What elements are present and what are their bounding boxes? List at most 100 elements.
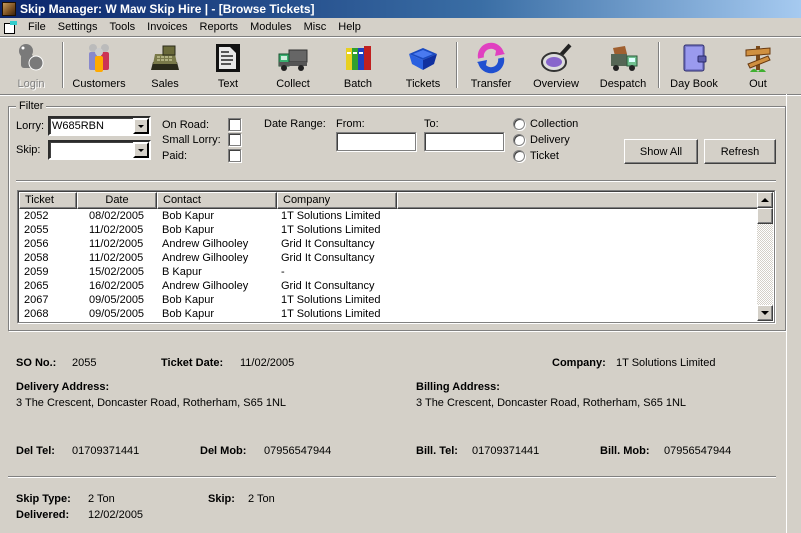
ticket-cell: 2055: [24, 224, 49, 236]
listview-header: Ticket Date Contact Company: [19, 192, 759, 209]
cash-register-icon: [149, 42, 181, 74]
batch-button[interactable]: Batch: [326, 38, 390, 94]
login-icon: [15, 42, 47, 74]
tickets-listview[interactable]: Ticket Date Contact Company 2052 08/02/20…: [17, 190, 775, 323]
column-header-company[interactable]: Company: [277, 192, 397, 209]
app-icon: [2, 2, 16, 16]
transfer-button[interactable]: Transfer: [458, 38, 524, 94]
small-lorry-label: Small Lorry:: [162, 134, 221, 146]
text-document-icon: [212, 42, 244, 74]
show-all-button[interactable]: Show All: [624, 139, 698, 164]
company-cell: 1T Solutions Limited: [281, 210, 381, 222]
table-row[interactable]: 2056 11/02/2005 Andrew Gilhooley Grid It Co…: [19, 237, 759, 251]
delivery-address-label: Delivery Address:: [16, 381, 110, 393]
day-book-button[interactable]: Day Book: [660, 38, 728, 94]
skip-detail-value: 2 Ton: [248, 493, 275, 505]
menu-modules[interactable]: Modules: [244, 18, 298, 37]
ticket-label: Ticket: [530, 150, 559, 162]
date-cell: 15/02/2005: [89, 266, 145, 278]
column-header-date[interactable]: Date: [77, 192, 157, 209]
table-row[interactable]: 2059 15/02/2005 B Kapur -: [19, 265, 759, 279]
table-row[interactable]: 2055 11/02/2005 Bob Kapur 1T Solutions Limi…: [19, 223, 759, 237]
ticket-date-value: 11/02/2005: [240, 357, 295, 369]
table-row[interactable]: 2068 09/05/2005 Bob Kapur 1T Solutions Limi…: [19, 307, 759, 321]
table-row[interactable]: 2065 16/02/2005 Andrew Gilhooley Grid It Co…: [19, 279, 759, 293]
toolbar-divider: [0, 94, 801, 96]
bill-tel-value: 01709371441: [472, 445, 540, 457]
despatch-button[interactable]: Despatch: [588, 38, 658, 94]
paid-label: Paid:: [162, 150, 188, 162]
delivered-label: Delivered:: [16, 509, 70, 521]
ticket-radio[interactable]: [513, 150, 525, 162]
sales-button[interactable]: Sales: [134, 38, 196, 94]
menu-tools[interactable]: Tools: [103, 18, 141, 37]
from-date-input[interactable]: [336, 132, 416, 151]
delivery-radio[interactable]: [513, 134, 525, 146]
billing-address-label: Billing Address:: [416, 381, 500, 393]
column-header-contact[interactable]: Contact: [157, 192, 277, 209]
overview-button[interactable]: Overview: [524, 38, 588, 94]
lorry-value: W685RBN: [52, 120, 104, 132]
bill-mob-value: 07956547944: [664, 445, 732, 457]
lorry-combobox[interactable]: W685RBN: [48, 116, 151, 136]
tickets-button[interactable]: Tickets: [390, 38, 456, 94]
chevron-down-icon[interactable]: [133, 118, 149, 134]
menu-invoices[interactable]: Invoices: [141, 18, 193, 37]
column-header-ticket[interactable]: Ticket: [19, 192, 77, 209]
mdi-window-icon[interactable]: [4, 21, 18, 34]
paid-checkbox[interactable]: [228, 149, 241, 162]
delivered-value: 12/02/2005: [88, 509, 144, 521]
ticket-cell: 2059: [24, 266, 49, 278]
transfer-arrows-icon: [475, 42, 507, 74]
company-label: Company:: [552, 357, 606, 369]
customers-button[interactable]: Customers: [64, 38, 134, 94]
skip-detail-label: Skip:: [208, 493, 235, 505]
binders-icon: [342, 42, 374, 74]
on-road-checkbox[interactable]: [228, 118, 241, 131]
table-row[interactable]: 2058 11/02/2005 Andrew Gilhooley Grid It Co…: [19, 251, 759, 265]
del-mob-value: 07956547944: [264, 445, 332, 457]
filter-legend: Filter: [16, 100, 47, 112]
date-cell: 09/05/2005: [89, 294, 145, 306]
company-cell: Grid It Consultancy: [281, 238, 375, 250]
collection-radio[interactable]: [513, 118, 525, 130]
skip-combobox[interactable]: [48, 140, 151, 160]
table-row[interactable]: 2052 08/02/2005 Bob Kapur 1T Solutions Limi…: [19, 209, 759, 223]
del-tel-value: 01709371441: [72, 445, 140, 457]
ticket-cell: 2067: [24, 294, 49, 306]
ticket-cell: 2052: [24, 210, 49, 222]
menu-misc[interactable]: Misc: [298, 18, 333, 37]
contact-cell: Bob Kapur: [162, 308, 214, 320]
date-cell: 11/02/2005: [89, 224, 144, 236]
despatch-truck-icon: [607, 42, 639, 74]
menu-reports[interactable]: Reports: [194, 18, 245, 37]
skip-type-label: Skip Type:: [16, 493, 71, 505]
out-button[interactable]: Out: [728, 38, 788, 94]
chevron-down-icon[interactable]: [133, 142, 149, 158]
column-header-blank[interactable]: [397, 192, 759, 209]
ticket-cell: 2058: [24, 252, 49, 264]
scroll-down-icon[interactable]: [757, 305, 773, 321]
table-row[interactable]: 2067 09/05/2005 Bob Kapur 1T Solutions Limi…: [19, 293, 759, 307]
del-mob-label: Del Mob:: [200, 445, 247, 457]
menu-settings[interactable]: Settings: [52, 18, 104, 37]
small-lorry-checkbox[interactable]: [228, 133, 241, 146]
date-cell: 11/02/2005: [89, 238, 144, 250]
refresh-button[interactable]: Refresh: [704, 139, 776, 164]
vertical-scrollbar[interactable]: [757, 192, 773, 321]
signpost-icon: [742, 42, 774, 74]
to-date-input[interactable]: [424, 132, 504, 151]
contact-cell: Andrew Gilhooley: [162, 238, 249, 250]
scroll-up-icon[interactable]: [757, 192, 773, 208]
from-label: From:: [336, 118, 365, 130]
company-cell: 1T Solutions Limited: [281, 308, 381, 320]
ticket-cell: 2056: [24, 238, 49, 250]
text-button[interactable]: Text: [196, 38, 260, 94]
collect-truck-icon: [277, 42, 309, 74]
menu-file[interactable]: File: [22, 18, 52, 37]
collect-button[interactable]: Collect: [260, 38, 326, 94]
menu-help[interactable]: Help: [332, 18, 367, 37]
ticket-date-label: Ticket Date:: [161, 357, 224, 369]
scroll-thumb[interactable]: [757, 208, 773, 224]
day-book-icon: [678, 42, 710, 74]
